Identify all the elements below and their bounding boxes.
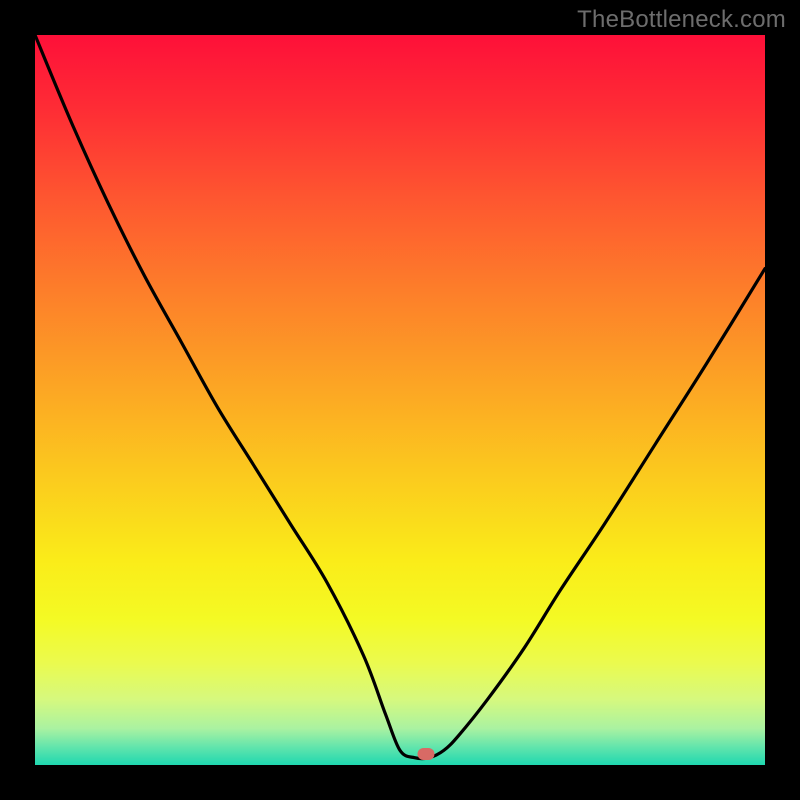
watermark-text: TheBottleneck.com xyxy=(577,6,786,34)
optimal-marker-icon xyxy=(417,748,434,760)
bottleneck-curve xyxy=(35,35,765,765)
chart-frame: TheBottleneck.com xyxy=(0,0,800,800)
plot-area xyxy=(35,35,765,765)
